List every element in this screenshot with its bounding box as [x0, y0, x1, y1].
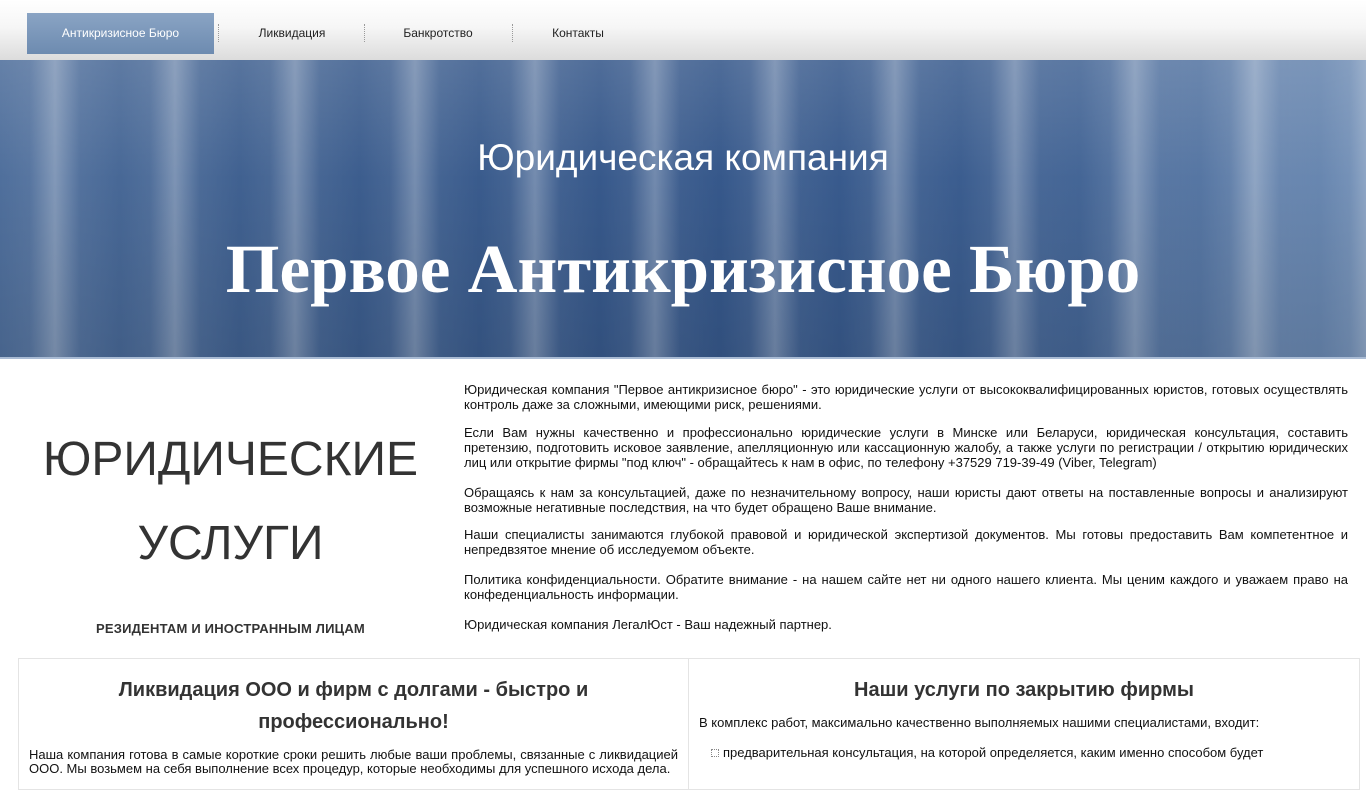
- intro-paragraph: Юридическая компания "Первое антикризисн…: [464, 382, 1348, 412]
- services-heading-line1: ЮРИДИЧЕСКИЕ: [42, 433, 419, 486]
- intro-text: Юридическая компания "Первое антикризисн…: [464, 382, 1348, 632]
- intro-paragraph: Если Вам нужны качественно и профессиона…: [464, 425, 1348, 470]
- services-heading: ЮРИДИЧЕСКИЕ УСЛУГИ: [18, 418, 443, 586]
- intro-paragraph: Обращаясь к нам за консультацией, даже п…: [464, 485, 1348, 515]
- liquidation-panel: Ликвидация ООО и фирм с долгами - быстро…: [18, 658, 689, 790]
- closure-services-panel: Наши услуги по закрытию фирмы В комплекс…: [688, 658, 1360, 790]
- hero-banner: Юридическая компания Первое Антикризисно…: [0, 60, 1366, 357]
- closure-services-title: Наши услуги по закрытию фирмы: [854, 679, 1194, 701]
- nav-item-anticrisis-bureau[interactable]: Антикризисное Бюро: [27, 13, 214, 54]
- liquidation-panel-text: Наша компания готова в самые короткие ср…: [29, 747, 678, 776]
- top-navigation: Антикризисное Бюро Ликвидация Банкротств…: [0, 0, 1366, 61]
- intro-paragraph: Политика конфиденциальности. Обратите вн…: [464, 572, 1348, 602]
- nav-separator: [364, 24, 365, 42]
- closure-services-intro: В комплекс работ, максимально качественн…: [699, 715, 1260, 730]
- nav-item-contacts[interactable]: Контакты: [516, 13, 640, 54]
- liquidation-panel-title: Ликвидация ООО и фирм с долгами - быстро…: [118, 679, 589, 733]
- nav-item-liquidation[interactable]: Ликвидация: [222, 13, 362, 54]
- intro-paragraph: Юридическая компания ЛегалЮст - Ваш наде…: [464, 617, 832, 632]
- closure-services-list-item: предварительная консультация, на которой…: [723, 745, 1264, 760]
- list-bullet-icon: [711, 749, 719, 757]
- nav-separator: [512, 24, 513, 42]
- hero-divider: [0, 357, 1366, 359]
- services-heading-line2: УСЛУГИ: [137, 517, 324, 570]
- services-subheading: РЕЗИДЕНТАМ И ИНОСТРАННЫМ ЛИЦАМ: [96, 621, 365, 636]
- nav-item-bankruptcy[interactable]: Банкротство: [368, 13, 508, 54]
- hero-subtitle: Юридическая компания: [477, 137, 889, 178]
- intro-paragraph: Наши специалисты занимаются глубокой пра…: [464, 527, 1348, 557]
- nav-separator: [218, 24, 219, 42]
- hero-title: Первое Антикризисное Бюро: [225, 231, 1141, 307]
